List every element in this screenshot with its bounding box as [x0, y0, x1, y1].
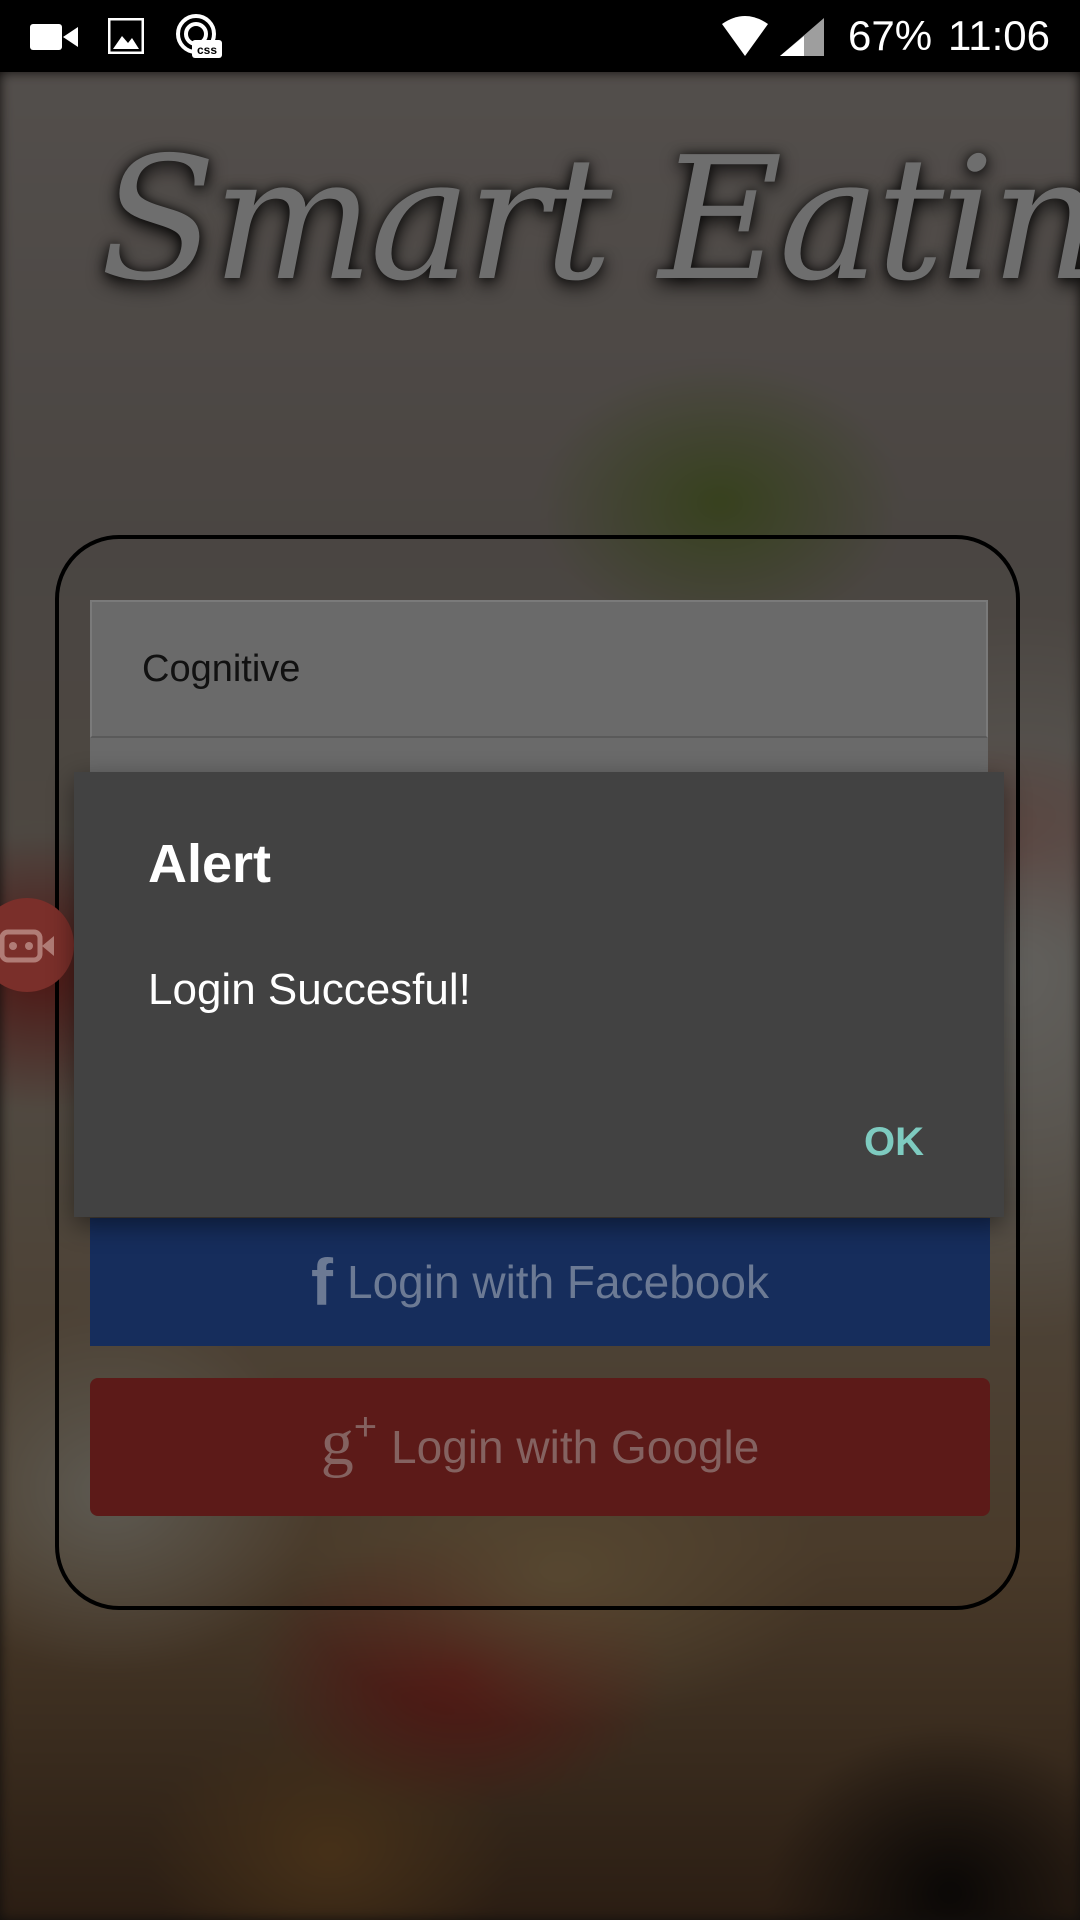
google-plus-sign: + — [353, 1404, 378, 1449]
username-input[interactable]: Cognitive — [90, 600, 988, 738]
wifi-icon — [722, 16, 768, 56]
google-plus-icon: g + — [321, 1405, 377, 1485]
username-value: Cognitive — [142, 648, 301, 690]
recorder-icon — [0, 929, 54, 963]
clock: 11:06 — [948, 12, 1050, 59]
video-camera-icon — [30, 24, 78, 50]
ok-button[interactable]: OK — [834, 1112, 954, 1172]
login-with-google-button[interactable]: g + Login with Google — [90, 1378, 990, 1516]
alert-dialog: Alert Login Succesful! OK — [74, 772, 1004, 1217]
image-icon — [108, 18, 144, 54]
svg-text:css: css — [197, 43, 217, 57]
google-button-label: Login with Google — [391, 1421, 760, 1473]
alert-title: Alert — [148, 834, 272, 894]
screen-recorder-bubble[interactable] — [0, 898, 74, 992]
css-app-icon: css — [176, 14, 222, 58]
app-title: Smart Eating — [100, 121, 1080, 319]
battery-percentage: 67% — [848, 12, 933, 59]
facebook-button-label: Login with Facebook — [347, 1256, 769, 1308]
facebook-icon: f — [311, 1245, 334, 1319]
alert-message: Login Succesful! — [148, 965, 471, 1014]
cell-signal-icon — [780, 18, 824, 56]
status-bar: css 67% 11:06 — [0, 0, 1080, 72]
login-with-facebook-button[interactable]: f Login with Facebook — [90, 1218, 990, 1346]
google-plus-g: g — [320, 1406, 354, 1479]
screen: css 67% 11:06 Smart Eating Cognitive f L… — [0, 0, 1080, 1920]
